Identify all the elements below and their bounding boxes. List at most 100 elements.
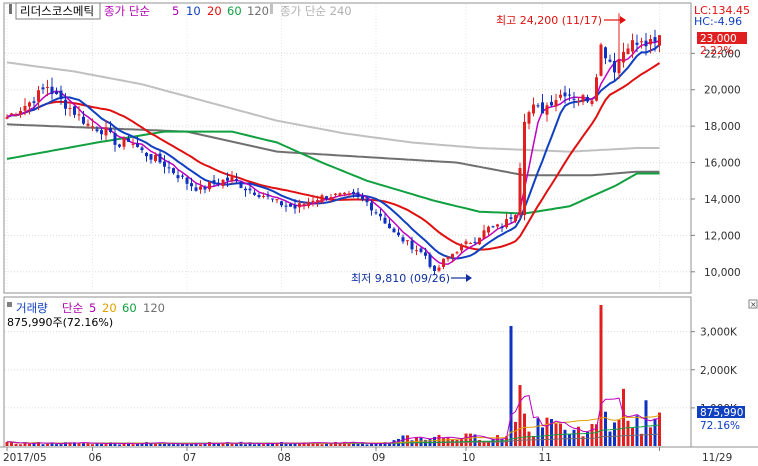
- candle-body: [455, 252, 459, 254]
- candle-body: [617, 59, 621, 74]
- candle-body: [464, 241, 468, 244]
- candle-body: [104, 127, 108, 136]
- date-tick-label: 2017/05: [3, 452, 47, 464]
- ma240-marker: [270, 4, 273, 14]
- candle-body: [523, 121, 526, 216]
- candle-body: [82, 116, 85, 124]
- volume-bar: [14, 443, 18, 446]
- volume-bar: [104, 444, 108, 446]
- candle-body: [509, 217, 513, 219]
- candle-body: [338, 193, 342, 196]
- volume-bar: [626, 420, 630, 446]
- candle-body: [194, 187, 198, 191]
- candle-body: [212, 180, 216, 183]
- candle-body: [293, 205, 297, 209]
- volume-bar: [649, 427, 652, 446]
- candle-body: [329, 197, 333, 200]
- candle-body: [113, 132, 117, 145]
- volume-bar: [599, 305, 603, 446]
- volume-bar: [199, 444, 202, 446]
- candle-body: [46, 87, 49, 89]
- candle-body: [352, 191, 355, 195]
- candle-body: [316, 200, 319, 203]
- candle-body: [64, 99, 67, 109]
- volume-tick-label: 3,000K: [700, 327, 738, 339]
- volume-bar: [28, 443, 31, 446]
- candle-body: [487, 226, 490, 233]
- candle-body: [32, 101, 36, 103]
- candle-body: [388, 223, 391, 229]
- volume-bar: [329, 443, 333, 446]
- price-tick-label: 20,000: [704, 85, 741, 97]
- volume-bar: [289, 443, 292, 446]
- volume-bar: [532, 435, 535, 446]
- volume-bar: [581, 436, 585, 446]
- candle-body: [527, 112, 531, 124]
- volume-bar: [419, 437, 423, 446]
- candle-body: [379, 213, 382, 217]
- volume-bar: [406, 435, 409, 446]
- candle-body: [442, 258, 445, 268]
- candle-body: [289, 203, 292, 207]
- candle-body: [73, 106, 76, 115]
- candle-body: [415, 250, 418, 252]
- header-marker: [9, 4, 12, 14]
- volume-bar: [469, 433, 472, 446]
- candle-body: [19, 110, 22, 115]
- candle-body: [644, 40, 648, 47]
- candle-body: [640, 41, 643, 43]
- volume-bar: [91, 444, 94, 446]
- candle-body: [230, 176, 234, 181]
- current-volume-pct: 72.16%: [700, 420, 740, 432]
- volume-bar: [608, 431, 612, 446]
- candle-body: [154, 154, 157, 161]
- volume-bar: [46, 443, 49, 446]
- volume-bar: [644, 400, 648, 446]
- volume-bar: [568, 434, 571, 446]
- candle-body: [118, 144, 121, 147]
- volume-bar: [631, 427, 634, 446]
- candle-body: [568, 94, 571, 96]
- candle-body: [91, 126, 94, 128]
- volume-bar: [356, 443, 360, 446]
- volume-bar: [176, 444, 180, 446]
- candle-body: [37, 90, 40, 102]
- current-price: 23,000: [700, 33, 737, 45]
- price-panel: [3, 2, 692, 294]
- volume-bar: [100, 444, 103, 446]
- price-tick-label: 14,000: [704, 194, 741, 206]
- candle-body: [505, 219, 508, 228]
- price-tick-label: 10,000: [704, 267, 741, 279]
- candle-body: [248, 188, 252, 191]
- volume-title: 거래량: [16, 301, 48, 315]
- date-tick-label: 10: [462, 452, 475, 464]
- date-tick-label: 11: [539, 452, 552, 464]
- candle-body: [176, 175, 180, 179]
- date-tick-label: 11/29: [702, 452, 732, 464]
- candle-body: [343, 192, 346, 195]
- candle-body: [626, 48, 630, 54]
- candle-body: [50, 86, 54, 94]
- volume-bar: [464, 433, 468, 446]
- volume-legend-ma60: 60: [122, 301, 137, 315]
- candle-body: [257, 195, 261, 198]
- close-icon[interactable]: ×: [750, 300, 757, 309]
- volume-bar: [55, 444, 58, 446]
- candle-body: [581, 95, 585, 102]
- candle-body: [631, 40, 634, 52]
- volume-bar: [370, 443, 373, 446]
- volume-bar: [527, 431, 531, 446]
- candle-body: [307, 201, 310, 207]
- volume-bar: [658, 412, 661, 446]
- candle-body: [451, 253, 454, 258]
- candle-body: [356, 192, 360, 198]
- candle-body: [136, 143, 139, 147]
- candle-body: [109, 128, 112, 132]
- volume-bar: [518, 385, 522, 446]
- candle-body: [383, 217, 387, 224]
- candle-body: [199, 186, 202, 190]
- candle-body: [140, 147, 144, 151]
- volume-bar: [617, 419, 621, 446]
- date-tick-label: 08: [278, 452, 291, 464]
- current-change: 2.22%: [700, 45, 733, 57]
